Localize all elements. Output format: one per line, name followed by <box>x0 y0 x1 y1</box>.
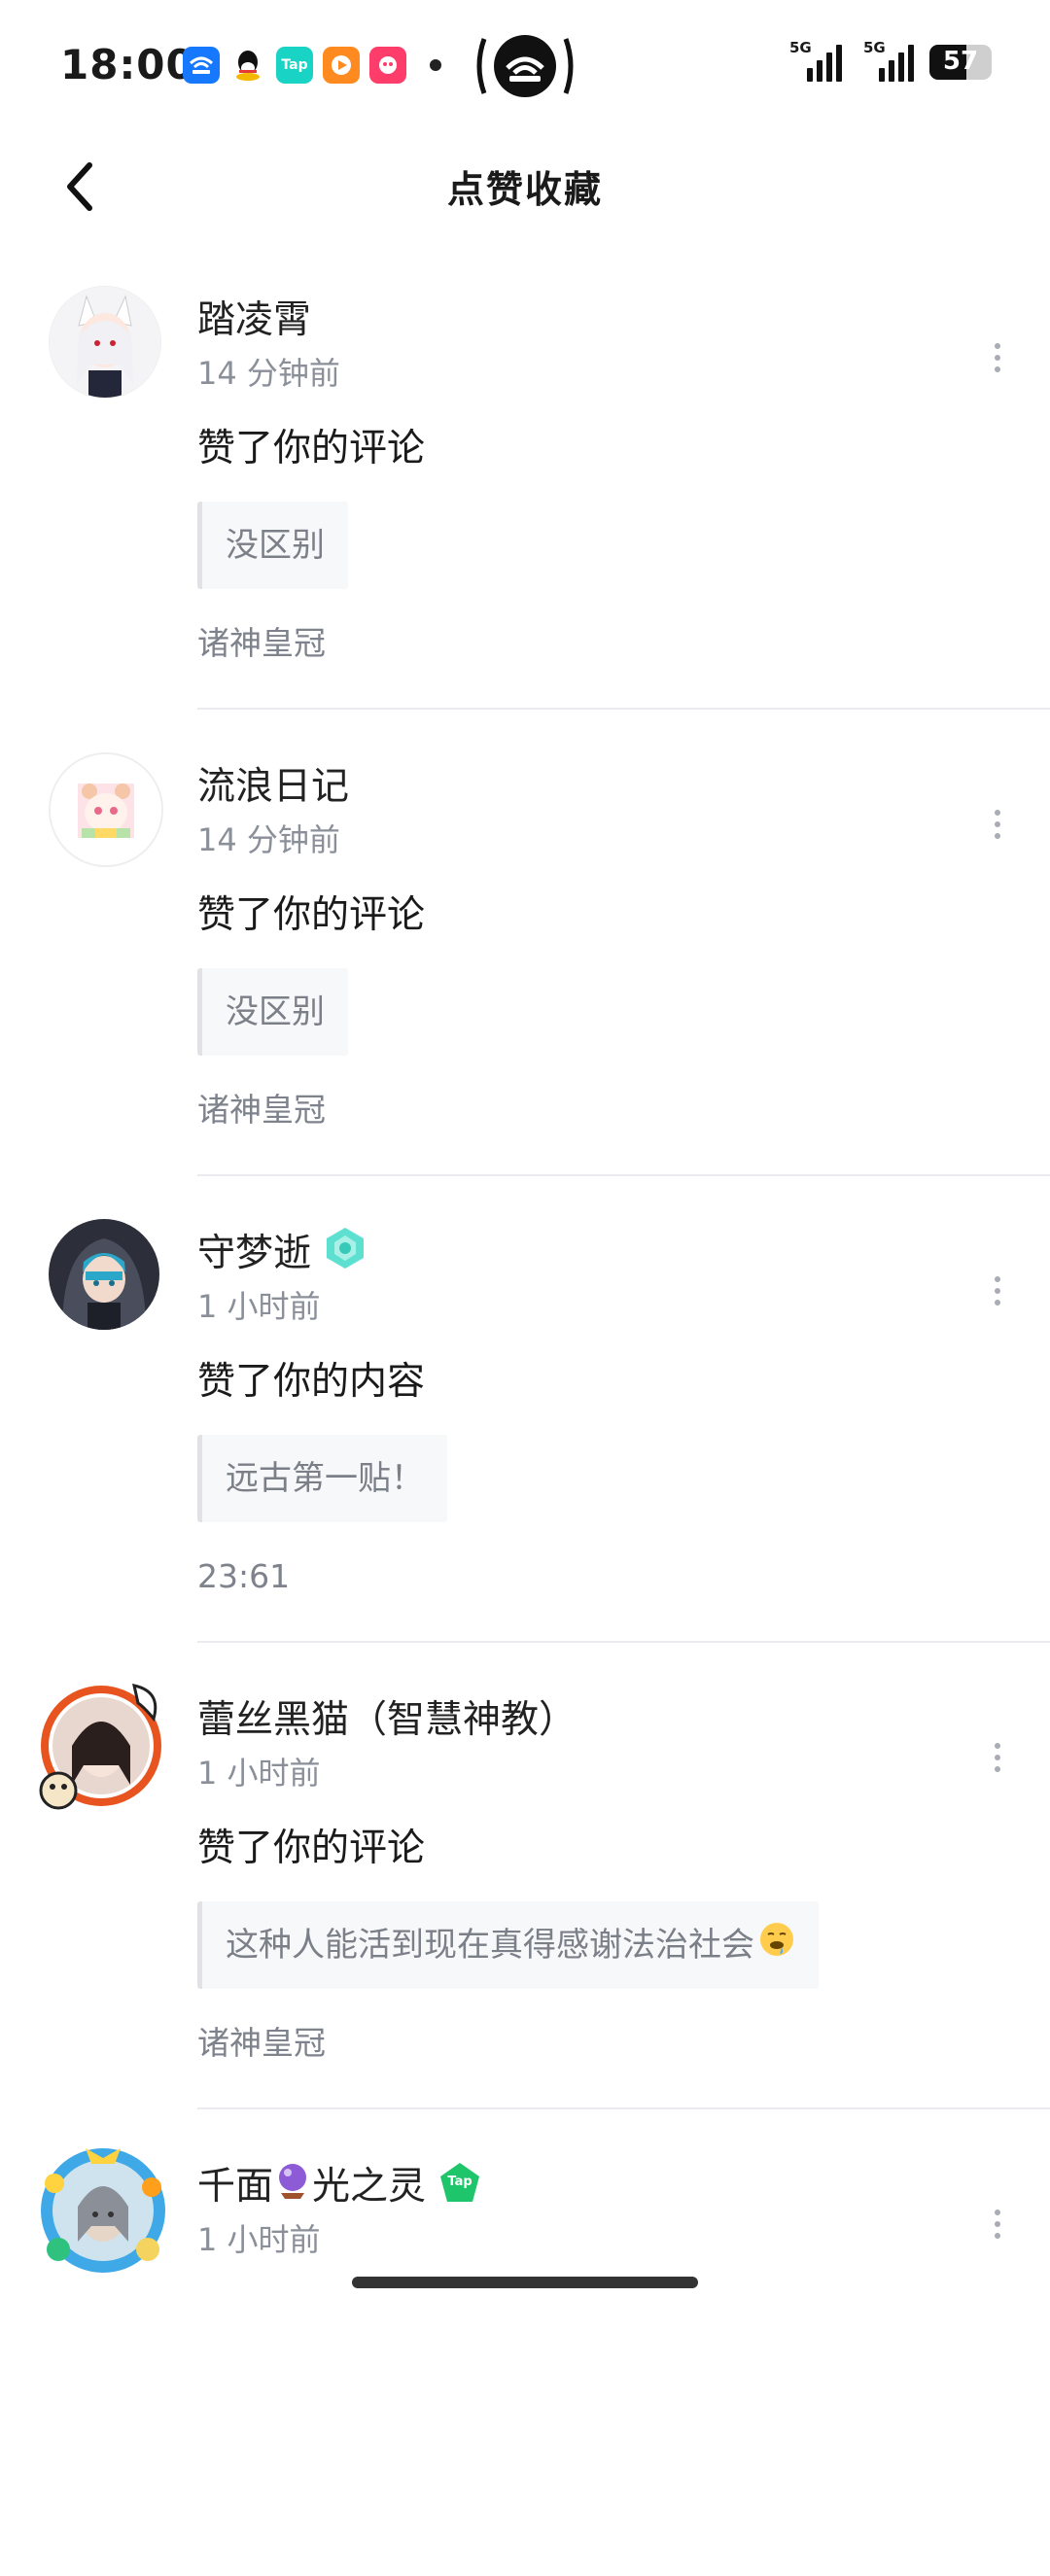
status-time: 18:00 <box>60 41 195 88</box>
avatar[interactable] <box>49 1219 159 1330</box>
more-options-button[interactable] <box>974 793 1021 855</box>
status-app-icons: Tap <box>183 47 441 84</box>
user-name[interactable]: 流浪日记 <box>197 756 349 811</box>
notification-content: 踏凌霄 14 分钟前 赞了你的评论 没区别 诸神皇冠 <box>197 290 1050 669</box>
list-item[interactable]: 蕾丝黑猫（智慧神教） 1 小时前 赞了你的评论 这种人能活到现在真得感谢法治社会… <box>0 1643 1050 2109</box>
notification-content: 蕾丝黑猫（智慧神教） 1 小时前 赞了你的评论 这种人能活到现在真得感谢法治社会… <box>197 1689 1050 2069</box>
list-item[interactable]: 流浪日记 14 分钟前 赞了你的评论 没区别 诸神皇冠 <box>0 710 1050 1176</box>
list-item[interactable]: 踏凌霄 14 分钟前 赞了你的评论 没区别 诸神皇冠 <box>0 243 1050 710</box>
source-title[interactable]: 诸神皇冠 <box>197 1085 1050 1135</box>
status-bar: 18:00 Tap 5G 5G 57 <box>0 0 1050 136</box>
taptap-verified-badge-icon: Tap <box>438 2161 482 2206</box>
action-text: 赞了你的评论 <box>197 893 426 937</box>
source-title[interactable]: 诸神皇冠 <box>197 2018 1050 2069</box>
more-options-button[interactable] <box>974 2193 1021 2255</box>
badge-label: Tap <box>447 2175 472 2189</box>
time-ago: 14 分钟前 <box>197 355 340 392</box>
signal-5g-1-icon: 5G <box>789 39 842 82</box>
notification-dot <box>430 59 441 71</box>
nav-header: 点赞收藏 <box>0 136 1050 243</box>
taptap-icon: Tap <box>276 47 313 84</box>
video-app-icon <box>323 47 360 84</box>
teal-level-badge-icon <box>323 1226 368 1274</box>
avatar[interactable] <box>49 752 163 867</box>
action-text: 赞了你的评论 <box>197 1827 426 1870</box>
notification-content: 守梦逝 1 小时前 赞了你的内容 远古第一贴！ 23:61 <box>197 1223 1050 1602</box>
page-title: 点赞收藏 <box>446 168 603 211</box>
user-name[interactable]: 踏凌霄 <box>197 290 311 344</box>
qq-icon <box>229 47 266 84</box>
action-text: 赞了你的评论 <box>197 427 426 470</box>
more-options-button[interactable] <box>974 1726 1021 1789</box>
time-ago: 1 小时前 <box>197 2221 321 2258</box>
time-ago: 1 小时前 <box>197 1288 321 1325</box>
notification-content: 流浪日记 14 分钟前 赞了你的评论 没区别 诸神皇冠 <box>197 756 1050 1135</box>
quoted-content[interactable]: 远古第一贴！ <box>197 1435 447 1522</box>
time-ago: 14 分钟前 <box>197 821 340 858</box>
user-name[interactable]: 守梦逝 <box>197 1223 311 1277</box>
notification-list[interactable]: 踏凌霄 14 分钟前 赞了你的评论 没区别 诸神皇冠 流浪日记 14 分钟前 赞… <box>0 243 1050 2576</box>
more-options-button[interactable] <box>974 327 1021 389</box>
avatar-with-frame[interactable] <box>37 2144 169 2277</box>
taptap-label: Tap <box>281 57 308 73</box>
quoted-comment[interactable]: 没区别 <box>197 502 348 589</box>
source-title[interactable]: 23:61 <box>197 1551 1050 1602</box>
signal-label: 5G <box>789 39 812 56</box>
drooling-face-emoji <box>758 1903 795 1991</box>
signal-label: 5G <box>863 39 886 56</box>
wifi-app-icon <box>183 47 220 84</box>
source-title[interactable]: 诸神皇冠 <box>197 618 1050 669</box>
quote-text: 这种人能活到现在真得感谢法治社会 <box>226 1926 754 1965</box>
list-item[interactable]: 千面 光之灵 Tap 1 小时前 <box>0 2109 1050 2576</box>
time-ago: 1 小时前 <box>197 1755 321 1792</box>
signal-area: 5G 5G 57 <box>789 39 992 82</box>
more-options-button[interactable] <box>974 1260 1021 1322</box>
battery-icon: 57 <box>929 45 992 80</box>
hotspot-island-icon <box>474 31 576 101</box>
list-item[interactable]: 守梦逝 1 小时前 赞了你的内容 远古第一贴！ 23:61 <box>0 1176 1050 1643</box>
user-name-part[interactable]: 光之灵 <box>312 2156 426 2210</box>
user-name-part[interactable]: 千面 <box>197 2156 273 2210</box>
avatar[interactable] <box>49 286 161 399</box>
crystal-ball-emoji <box>275 2162 310 2205</box>
home-indicator[interactable] <box>352 2277 698 2288</box>
user-name[interactable]: 蕾丝黑猫（智慧神教） <box>197 1689 577 1744</box>
notification-content: 千面 光之灵 Tap 1 小时前 <box>197 2156 1050 2263</box>
quoted-comment[interactable]: 没区别 <box>197 968 348 1056</box>
signal-5g-2-icon: 5G <box>858 39 914 82</box>
avatar-with-frame[interactable] <box>37 1678 169 1810</box>
shopping-app-icon <box>369 47 406 84</box>
action-text: 赞了你的内容 <box>197 1360 426 1404</box>
quoted-comment[interactable]: 这种人能活到现在真得感谢法治社会 <box>197 1901 819 1989</box>
battery-level: 57 <box>942 47 979 76</box>
